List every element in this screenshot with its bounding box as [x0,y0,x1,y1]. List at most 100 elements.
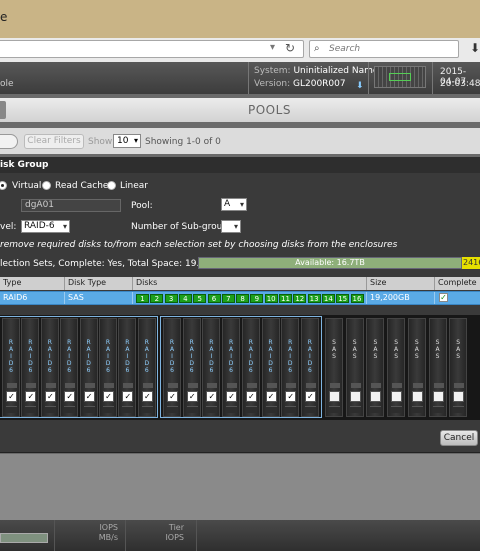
show-label: Show [88,137,113,147]
disk-number-chip: 4 [178,294,192,303]
disk-number-chip: 1 [136,294,149,303]
disk-slot-label: S A S [435,339,440,360]
disk-latch [432,406,444,413]
console-label-fragment: ole [0,79,14,89]
table-row[interactable]: RAID6 SAS 1 2 3 4 5 6 7 8 9 10 11 12 13 14 15 16 19,200… [0,291,480,305]
disk-select-checkbox[interactable] [329,391,340,402]
chevron-down-icon: ▾ [233,222,238,231]
disk-number-chip: 3 [164,294,178,303]
window-titlebar [0,0,480,38]
disk-latch [391,406,403,413]
disk-latch [370,406,382,413]
pools-nav-handle[interactable] [0,101,6,119]
disk-select-checkbox[interactable] [391,391,403,402]
disk-slot[interactable]: S A S [407,318,426,417]
disk-latch [329,406,340,413]
disk-slot-label: S A S [456,339,461,360]
version-info: Version: GL200R007 [254,79,346,89]
subgroups-select[interactable]: ▾ [221,220,241,233]
column-header-complete[interactable]: Complete [435,277,480,290]
disk-slot-label: S A S [414,339,419,360]
name-field[interactable]: dgA01 [21,199,121,212]
show-count-select[interactable]: 10 ▾ [113,134,141,148]
disk-select-checkbox[interactable] [370,391,382,402]
disk-latch [453,406,465,413]
disk-number-chip: 6 [207,294,221,303]
search-icon: ⌕ [314,43,320,54]
column-header-disks[interactable]: Disks [133,277,367,290]
iops-label: IOPS [99,523,118,532]
disk-bay-led [350,383,361,388]
reload-icon[interactable]: ↻ [285,41,295,55]
required-space-bar: 2416 [462,257,480,269]
disk-number-chip: 13 [307,294,321,303]
disk-select-checkbox[interactable] [349,391,361,402]
disk-select-checkbox[interactable] [432,391,444,402]
disk-bay-led [392,383,403,388]
disk-number-chip: 14 [321,294,335,303]
cell-size: 19,200GB [367,292,435,304]
disk-number-chip: 12 [293,294,307,303]
cell-type: RAID6 [0,292,65,304]
version-label: Version: [254,79,291,89]
search-placeholder: Search [329,44,361,54]
disk-bay-led [330,383,340,388]
address-bar[interactable]: ▾ ↻ [0,40,304,58]
disk-slot[interactable]: S A S [449,318,468,417]
disk-select-checkbox[interactable] [453,391,465,402]
disk-slot[interactable]: S A S [345,318,364,417]
column-header-disk-type[interactable]: Disk Type [65,277,133,290]
disk-select-checkbox[interactable] [411,391,423,402]
column-header-size[interactable]: Size [367,277,435,290]
header-divider [368,62,369,94]
footer-divider [196,520,197,551]
column-header-type[interactable]: Type [0,277,65,290]
search-input[interactable]: ⌕ Search [309,40,459,58]
footer-divider [54,520,55,551]
download-icon[interactable]: ⬇ [470,41,480,55]
system-info: System: Uninitialized Name [254,66,378,76]
available-space-bar: Available: 16.7TB [198,257,462,269]
footer-divider [125,520,126,551]
radio-read-cache[interactable] [42,181,51,190]
app-header: ole System: Uninitialized Name Version: … [0,62,480,94]
disk-number-chip: 2 [150,294,164,303]
url-dropdown-icon[interactable]: ▾ [270,42,275,53]
radio-virtual-label: Virtual [12,181,42,191]
dialog-title: isk Group [0,157,480,173]
header-divider [248,62,249,94]
disk-slot[interactable]: S A S [428,318,447,417]
disk-latch [411,406,423,413]
cell-disk-type: SAS [65,292,133,304]
disk-slot-label: S A S [331,339,337,360]
disk-number-chip: 10 [264,294,278,303]
filter-toggle[interactable] [0,134,18,149]
raid-level-value: RAID-6 [24,221,55,231]
mbs-label: MB/s [98,533,118,542]
disk-number-chip: 11 [279,294,292,303]
disk-bay-led [412,383,423,388]
disk-slot[interactable]: S A S [387,318,406,417]
cell-disks: 1 2 3 4 5 6 7 8 9 10 11 12 13 14 15 16 [133,292,367,304]
disk-number-chip: 16 [350,294,364,303]
header-divider [432,62,433,94]
showing-count: Showing 1-0 of 0 [145,137,221,147]
selection-table-header: Type Disk Type Disks Size Complete [0,277,480,290]
disk-bay-led [371,383,382,388]
radio-linear-label: Linear [120,181,148,191]
disk-slot[interactable]: S A S [366,318,385,417]
system-value: Uninitialized Name [293,66,379,76]
pool-select[interactable]: A ▾ [221,198,247,211]
clear-filters-button[interactable]: Clear Filters [24,134,84,149]
cell-complete: ✓ [435,292,480,304]
disk-bay-led [454,383,465,388]
expand-arrow-icon[interactable]: ⬇ [356,81,364,91]
raid-level-select[interactable]: RAID-6 ▾ [21,220,70,233]
radio-linear[interactable] [107,181,116,190]
disk-slot[interactable]: S A S [325,318,343,417]
enclosure-thumbnail-icon[interactable] [374,66,426,88]
selection-summary: lection Sets, Complete: Yes, Total Space… [0,259,220,269]
cancel-button[interactable]: Cancel [440,430,478,446]
chevron-down-icon: ▾ [62,222,67,231]
system-label: System: [254,66,291,76]
